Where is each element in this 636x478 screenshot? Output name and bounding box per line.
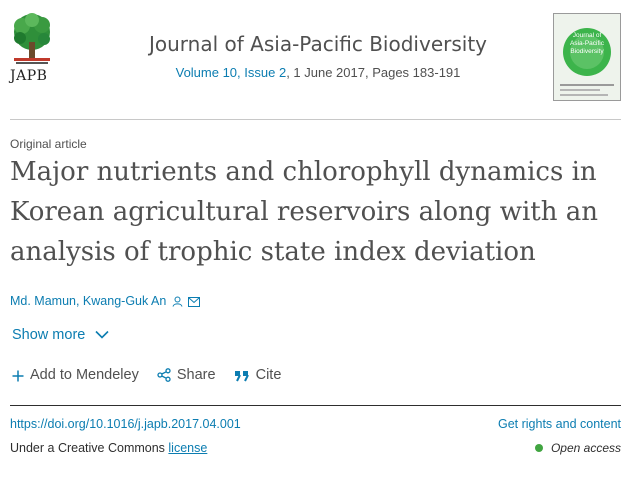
date-pages: , 1 June 2017, Pages 183-191 [286, 65, 461, 80]
journal-title[interactable]: Journal of Asia-Pacific Biodiversity [0, 32, 636, 56]
article-title: Major nutrients and chlorophyll dynamics… [10, 157, 598, 267]
volume-issue-link[interactable]: Volume 10, Issue 2 [176, 65, 287, 80]
share-icon [157, 368, 171, 382]
authors-link[interactable]: Md. Mamun, Kwang-Guk An [10, 294, 166, 308]
doi-divider [10, 405, 621, 406]
mendeley-label: Add to Mendeley [30, 367, 139, 383]
show-more-label: Show more [12, 327, 86, 343]
show-more-button[interactable]: Show more [12, 327, 109, 343]
article-type: Original article [10, 137, 87, 151]
plus-icon [12, 370, 24, 382]
volume-line: Volume 10, Issue 2, 1 June 2017, Pages 1… [0, 65, 636, 80]
license-link[interactable]: license [168, 441, 207, 455]
add-to-mendeley-button[interactable]: Add to Mendeley [12, 367, 139, 383]
share-button[interactable]: Share [157, 367, 216, 383]
open-access-label: Open access [550, 441, 621, 455]
action-bar: Add to Mendeley Share Cite [12, 367, 295, 383]
cover-art [554, 14, 620, 100]
header-divider [10, 119, 621, 120]
cover-title: Journal of Asia-Pacific Biodiversity [570, 32, 604, 55]
share-label: Share [176, 367, 216, 383]
journal-cover[interactable]: Journal of Asia-Pacific Biodiversity [553, 13, 621, 101]
quote-icon [234, 371, 249, 382]
author-list: Md. Mamun, Kwang-Guk An [10, 294, 201, 310]
open-access-badge: Open access [534, 441, 621, 455]
cite-button[interactable]: Cite [234, 367, 282, 383]
cite-label: Cite [255, 367, 282, 383]
envelope-icon[interactable] [188, 296, 201, 310]
open-access-dot [534, 444, 543, 452]
license-line: Under a Creative Commons license [10, 441, 207, 455]
chevron-down-icon [95, 330, 109, 339]
doi-link[interactable]: https://doi.org/10.1016/j.japb.2017.04.0… [10, 417, 241, 431]
person-icon[interactable] [172, 296, 183, 310]
rights-link[interactable]: Get rights and content [498, 417, 621, 431]
license-prefix: Under a Creative Commons [10, 441, 169, 455]
